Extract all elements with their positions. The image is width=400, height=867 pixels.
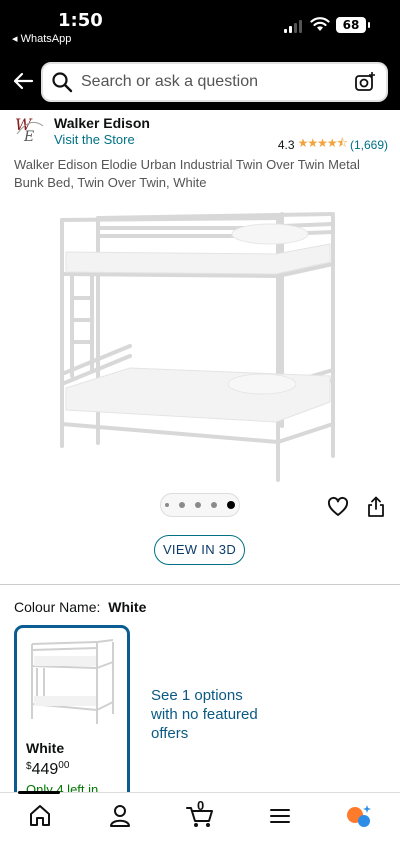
cart-count-badge: 0	[197, 798, 205, 813]
carousel-dot[interactable]	[179, 502, 185, 508]
svg-text:E: E	[23, 129, 34, 144]
search-icon	[52, 72, 73, 93]
brand-logo[interactable]: W E	[14, 114, 46, 145]
heart-icon[interactable]	[327, 496, 349, 518]
image-carousel-dots[interactable]	[160, 493, 240, 517]
share-icon[interactable]	[366, 496, 386, 518]
back-to-whatsapp[interactable]: ◂ WhatsApp	[12, 32, 71, 45]
app-header: Search or ask a question	[0, 54, 400, 110]
wifi-icon	[310, 17, 330, 31]
signal-icon	[284, 19, 302, 33]
status-bar: 1:50 ◂ WhatsApp 68	[0, 0, 400, 54]
carousel-dot[interactable]	[211, 502, 217, 508]
colour-value: White	[108, 599, 147, 615]
brand-name[interactable]: Walker Edison	[54, 115, 150, 131]
price-fraction: 00	[58, 760, 70, 771]
account-icon[interactable]	[108, 803, 132, 829]
carousel-dot-active[interactable]	[227, 501, 235, 509]
rufus-assistant-icon[interactable]	[345, 803, 373, 829]
camera-search-icon[interactable]	[354, 71, 376, 93]
colour-selector-label: Colour Name: White	[14, 599, 146, 615]
carousel-dot[interactable]	[165, 503, 169, 507]
colour-variant-card[interactable]: White $44900 Only 4 left in	[14, 625, 130, 805]
variant-thumbnail	[31, 639, 114, 724]
variant-name: White	[26, 740, 65, 756]
rating-value: 4.3	[277, 137, 295, 152]
back-arrow-icon[interactable]	[10, 68, 36, 94]
product-image[interactable]	[0, 198, 400, 498]
store-row: W E Walker Edison Visit the Store 4.3 ★★…	[0, 110, 400, 152]
home-icon[interactable]	[28, 803, 52, 829]
rating-summary[interactable]: 4.3 ★★★★⯪ (1,669)	[278, 134, 388, 155]
product-title: Walker Edison Elodie Urban Industrial Tw…	[14, 157, 360, 190]
carousel-dot[interactable]	[195, 502, 201, 508]
colour-label: Colour Name:	[14, 599, 101, 615]
price-whole: 449	[31, 761, 59, 778]
status-time: 1:50	[58, 10, 103, 31]
view-in-3d-button[interactable]: VIEW IN 3D	[154, 535, 245, 565]
search-bar[interactable]: Search or ask a question	[41, 62, 388, 102]
variant-price: $44900	[26, 760, 70, 778]
section-divider	[0, 584, 400, 585]
see-offers-link[interactable]: See 1 options with no featured offers	[151, 686, 261, 743]
active-tab-indicator	[18, 791, 60, 794]
battery-indicator: 68	[336, 17, 370, 33]
visit-store-link[interactable]: Visit the Store	[54, 132, 135, 147]
rating-count[interactable]: (1,669)	[350, 138, 388, 152]
search-input[interactable]: Search or ask a question	[81, 73, 354, 91]
menu-icon[interactable]	[268, 803, 292, 829]
star-rating-icon: ★★★★⯪	[297, 136, 348, 150]
